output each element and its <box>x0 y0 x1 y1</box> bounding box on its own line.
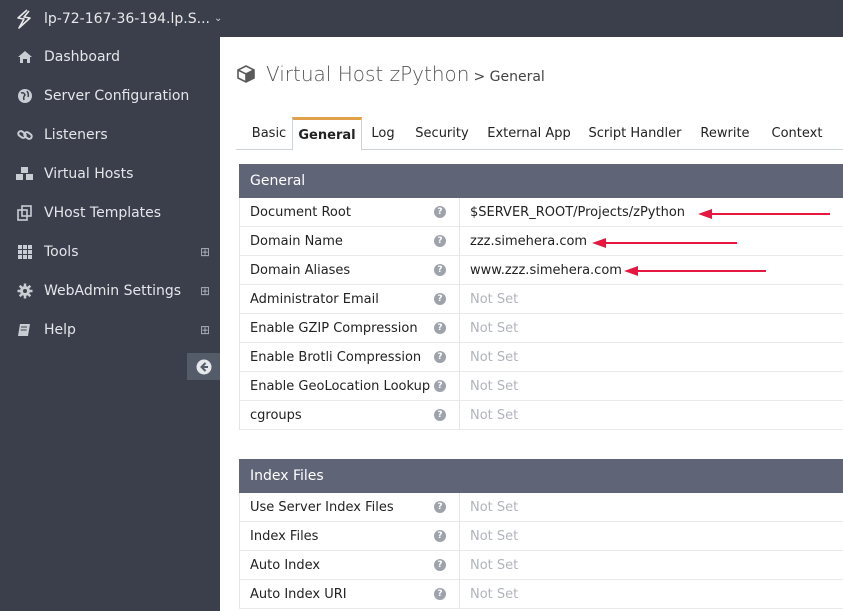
row-label: Enable GeoLocation Lookup? <box>240 372 460 400</box>
row-value: Not Set <box>470 378 519 394</box>
help-icon[interactable]: ? <box>434 322 446 334</box>
sidebar-item-label: Server Configuration <box>44 87 190 104</box>
tab-basic[interactable]: Basic <box>246 117 292 150</box>
help-icon[interactable]: ? <box>434 351 446 363</box>
tab-security[interactable]: Security <box>412 117 472 150</box>
table-row: Use Server Index Files? Not Set <box>239 493 843 522</box>
help-icon[interactable]: ? <box>434 588 446 600</box>
page-subtitle: > General <box>473 69 545 85</box>
help-icon[interactable]: ? <box>434 501 446 513</box>
help-icon[interactable]: ? <box>434 206 446 218</box>
sidebar-item-label: Virtual Hosts <box>44 165 134 182</box>
page-title: Virtual Host zPython > General <box>236 62 545 86</box>
row-label: Domain Aliases? <box>240 256 460 284</box>
row-label: Use Server Index Files? <box>240 493 460 521</box>
index-files-section: Index Files Use Server Index Files? Not S… <box>239 459 843 609</box>
tab-external-app[interactable]: External App <box>486 117 572 150</box>
tab-rewrite[interactable]: Rewrite <box>696 117 754 150</box>
row-label: Auto Index URI? <box>240 580 460 608</box>
clone-icon <box>14 204 36 222</box>
sidebar-item-listeners[interactable]: Listeners <box>0 115 220 154</box>
row-label: cgroups? <box>240 401 460 429</box>
table-row: Auto Index? Not Set <box>239 551 843 580</box>
row-label: Enable GZIP Compression? <box>240 314 460 342</box>
table-row: Enable Brotli Compression? Not Set <box>239 343 843 372</box>
row-value: Not Set <box>470 407 519 423</box>
row-value: Not Set <box>470 557 519 573</box>
collapse-sidebar-button[interactable] <box>187 353 220 380</box>
top-bar: lp-72-167-36-194.lp.S... ⌄ <box>0 0 843 37</box>
row-label: Index Files? <box>240 522 460 550</box>
arrow-left-circle-icon <box>196 359 211 374</box>
row-label: Domain Name? <box>240 227 460 255</box>
grid-icon <box>14 243 36 261</box>
sidebar-item-label: Dashboard <box>44 48 120 65</box>
tab-log[interactable]: Log <box>366 117 400 150</box>
gear-icon <box>14 282 36 300</box>
tab-script-handler[interactable]: Script Handler <box>586 117 684 150</box>
sidebar-item-tools[interactable]: Tools ⊞ <box>0 232 220 271</box>
row-value: Not Set <box>470 291 519 307</box>
sidebar-item-virtual-hosts[interactable]: Virtual Hosts <box>0 154 220 193</box>
row-value: Not Set <box>470 320 519 336</box>
server-host-name[interactable]: lp-72-167-36-194.lp.S... <box>44 11 210 27</box>
cube-icon <box>236 64 258 84</box>
row-value: Not Set <box>470 499 519 515</box>
help-icon[interactable]: ? <box>434 409 446 421</box>
help-icon[interactable]: ? <box>434 530 446 542</box>
row-value: Not Set <box>470 586 519 602</box>
table-row: cgroups? Not Set <box>239 401 843 430</box>
section-header-general[interactable]: General <box>239 164 843 198</box>
chevron-down-icon[interactable]: ⌄ <box>214 13 222 24</box>
row-value: Not Set <box>470 349 519 365</box>
sidebar-item-webadmin-settings[interactable]: WebAdmin Settings ⊞ <box>0 271 220 310</box>
help-icon[interactable]: ? <box>434 293 446 305</box>
litespeed-logo-icon[interactable] <box>15 8 35 29</box>
tab-bar: Basic General Log Security External App … <box>236 117 843 151</box>
row-label: Enable Brotli Compression? <box>240 343 460 371</box>
help-icon[interactable]: ? <box>434 264 446 276</box>
main-content: Virtual Host zPython > General Basic Gen… <box>220 37 843 611</box>
sidebar: Dashboard Server Configuration Listeners Vi… <box>0 37 220 611</box>
globe-icon <box>14 87 36 105</box>
sidebar-item-server-configuration[interactable]: Server Configuration <box>0 76 220 115</box>
sidebar-item-dashboard[interactable]: Dashboard <box>0 37 220 76</box>
table-row: Enable GZIP Compression? Not Set <box>239 314 843 343</box>
row-value: Not Set <box>470 528 519 544</box>
section-header-index-files[interactable]: Index Files <box>239 459 843 493</box>
table-row: Auto Index URI? Not Set <box>239 580 843 609</box>
sidebar-item-vhost-templates[interactable]: VHost Templates <box>0 193 220 232</box>
cubes-icon <box>14 165 36 183</box>
row-label: Administrator Email? <box>240 285 460 313</box>
home-icon <box>14 48 36 66</box>
help-icon[interactable]: ? <box>434 559 446 571</box>
expand-icon[interactable]: ⊞ <box>200 245 210 259</box>
annotation-arrow-icon <box>592 238 737 248</box>
general-section: General Document Root? $SERVER_ROOT/Proje… <box>239 164 843 430</box>
row-label: Auto Index? <box>240 551 460 579</box>
tab-context[interactable]: Context <box>766 117 828 150</box>
table-row: Index Files? Not Set <box>239 522 843 551</box>
table-row: Enable GeoLocation Lookup? Not Set <box>239 372 843 401</box>
sidebar-item-label: Help <box>44 321 76 338</box>
table-row: Administrator Email? Not Set <box>239 285 843 314</box>
sidebar-item-label: Listeners <box>44 126 108 143</box>
expand-icon[interactable]: ⊞ <box>200 323 210 337</box>
link-icon <box>14 126 36 144</box>
sidebar-item-help[interactable]: Help ⊞ <box>0 310 220 349</box>
sidebar-item-label: WebAdmin Settings <box>44 282 182 299</box>
annotation-arrow-icon <box>624 266 766 276</box>
annotation-arrow-icon <box>698 209 830 219</box>
sidebar-item-label: Tools <box>44 243 79 260</box>
page-title-text: Virtual Host zPython <box>266 62 470 86</box>
expand-icon[interactable]: ⊞ <box>200 284 210 298</box>
sidebar-item-label: VHost Templates <box>44 204 162 221</box>
book-icon <box>14 321 36 339</box>
table-row: Domain Name? zzz.simehera.com <box>239 227 843 256</box>
help-icon[interactable]: ? <box>434 235 446 247</box>
row-label: Document Root? <box>240 198 460 226</box>
help-icon[interactable]: ? <box>434 380 446 392</box>
tab-general[interactable]: General <box>292 117 362 151</box>
